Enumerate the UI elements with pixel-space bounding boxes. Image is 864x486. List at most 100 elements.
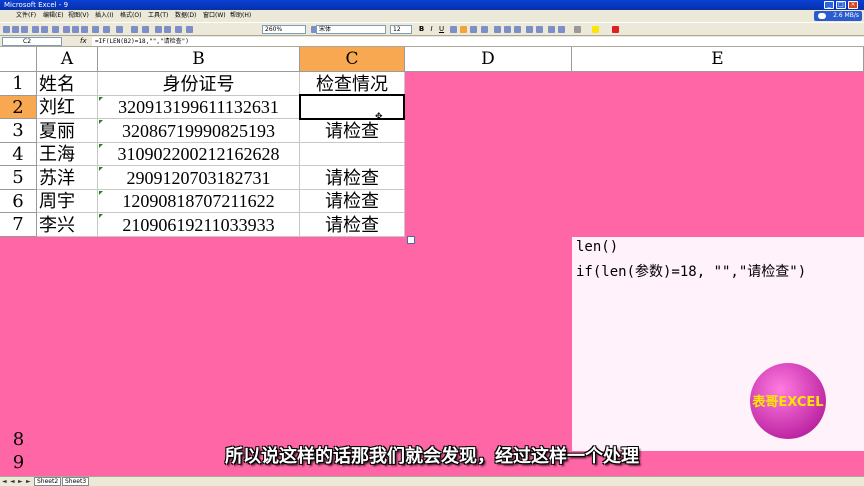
merge-center-icon[interactable] [481, 26, 488, 33]
name-box[interactable]: C2 [2, 37, 62, 46]
cell-b7[interactable]: 21090619211033933 [98, 213, 300, 237]
toolbar: 260% 宋体 12 B I U [0, 22, 864, 36]
new-icon[interactable] [3, 26, 10, 33]
cut-icon[interactable] [63, 26, 70, 33]
menu-view[interactable]: 视图(V) [68, 10, 89, 22]
cell-b1[interactable]: 身份证号 [98, 72, 300, 96]
menu-format[interactable]: 格式(O) [120, 10, 141, 22]
close-button[interactable]: × [848, 1, 858, 9]
column-header-c[interactable]: C [300, 47, 405, 72]
column-header-d[interactable]: D [405, 47, 572, 72]
chart-icon[interactable] [175, 26, 182, 33]
cell-c5[interactable]: 请检查 [300, 166, 405, 190]
decrease-decimal-icon[interactable] [536, 26, 543, 33]
cell-b4-value: 310902200212162628 [117, 144, 280, 164]
autosum-icon[interactable] [142, 26, 149, 33]
error-indicator-icon [99, 120, 103, 124]
spell-icon[interactable] [52, 26, 59, 33]
menu-edit[interactable]: 编辑(E) [43, 10, 63, 22]
borders-icon[interactable] [574, 26, 581, 33]
cell-a1[interactable]: 姓名 [37, 72, 98, 96]
next-sheet-icon[interactable]: ► [18, 478, 23, 485]
decrease-indent-icon[interactable] [548, 26, 555, 33]
column-header-e[interactable]: E [572, 47, 864, 72]
font-size-select[interactable]: 12 [390, 25, 412, 34]
format-painter-icon[interactable] [92, 26, 99, 33]
row-header[interactable]: 7 [0, 213, 37, 237]
column-header-b[interactable]: B [98, 47, 300, 72]
font-color-icon[interactable] [612, 26, 619, 33]
increase-decimal-icon[interactable] [526, 26, 533, 33]
sort-desc-icon[interactable] [164, 26, 171, 33]
link-icon[interactable] [131, 26, 138, 33]
cell-a4[interactable]: 王海 [37, 143, 98, 166]
cell-c7[interactable]: 请检查 [300, 213, 405, 237]
row-header[interactable]: 4 [0, 143, 37, 166]
copy-icon[interactable] [72, 26, 79, 33]
prev-sheet-icon[interactable]: ◄ [10, 478, 15, 485]
sheet-tab-3[interactable]: Sheet3 [62, 477, 90, 486]
cell-b5[interactable]: 2909120703182731 [98, 166, 300, 190]
sort-asc-icon[interactable] [155, 26, 162, 33]
last-sheet-icon[interactable]: ► [26, 478, 31, 485]
increase-indent-icon[interactable] [558, 26, 565, 33]
cell-b6-value: 12090818707211622 [122, 191, 275, 211]
open-icon[interactable] [12, 26, 19, 33]
menu-help[interactable]: 帮助(H) [230, 10, 251, 22]
font-select[interactable]: 宋体 [316, 25, 386, 34]
row-header[interactable]: 1 [0, 72, 37, 96]
paste-options-icon[interactable] [407, 236, 415, 244]
row-header[interactable]: 5 [0, 166, 37, 190]
undo-icon[interactable] [103, 26, 110, 33]
fill-color-icon[interactable] [592, 26, 599, 33]
cell-a7[interactable]: 李兴 [37, 213, 98, 237]
preview-icon[interactable] [41, 26, 48, 33]
cell-c1[interactable]: 检查情况 [300, 72, 405, 96]
align-left-icon[interactable] [450, 26, 457, 33]
comma-icon[interactable] [514, 26, 521, 33]
cell-a3[interactable]: 夏丽 [37, 119, 98, 143]
fx-icon[interactable]: fx [80, 36, 87, 47]
note-line-2: if(len(参数)=18, "","请检查") [576, 264, 807, 280]
cell-b4[interactable]: 310902200212162628 [98, 143, 300, 166]
print-icon[interactable] [32, 26, 39, 33]
sheet-tab-2[interactable]: Sheet2 [34, 477, 62, 486]
paste-icon[interactable] [81, 26, 88, 33]
formula-input[interactable]: =IF(LEN(B2)=18,"","请检查") [92, 37, 864, 46]
bold-button[interactable]: B [417, 25, 426, 34]
cell-a2[interactable]: 刘红 [37, 96, 98, 119]
maximize-button[interactable]: □ [836, 1, 846, 9]
cell-c6[interactable]: 请检查 [300, 190, 405, 213]
menu-tools[interactable]: 工具(T) [148, 10, 168, 22]
menu-file[interactable]: 文件(F) [16, 10, 36, 22]
first-sheet-icon[interactable]: ◄ [2, 478, 7, 485]
cell-a5[interactable]: 苏洋 [37, 166, 98, 190]
redo-icon[interactable] [116, 26, 123, 33]
minimize-button[interactable]: _ [824, 1, 834, 9]
menu-window[interactable]: 窗口(W) [203, 10, 226, 22]
cell-b3[interactable]: 32086719990825193 [98, 119, 300, 143]
video-subtitle: 所以说这样的话那我们就会发现，经过这样一个处理 [225, 446, 639, 467]
select-all-corner[interactable] [0, 47, 37, 72]
italic-button[interactable]: I [427, 25, 436, 34]
column-header-a[interactable]: A [37, 47, 98, 72]
currency-icon[interactable] [494, 26, 501, 33]
cell-a6[interactable]: 周宇 [37, 190, 98, 213]
cell-b2[interactable]: 320913199611132631 [98, 96, 300, 119]
menu-insert[interactable]: 插入(I) [95, 10, 113, 22]
cell-c4[interactable] [300, 143, 405, 166]
underline-button[interactable]: U [437, 25, 446, 34]
cell-b6[interactable]: 12090818707211622 [98, 190, 300, 213]
align-right-icon[interactable] [470, 26, 477, 33]
menu-data[interactable]: 数据(D) [175, 10, 196, 22]
percent-icon[interactable] [504, 26, 511, 33]
row-header[interactable]: 3 [0, 119, 37, 143]
zoom-select[interactable]: 260% [262, 25, 306, 34]
drawing-icon[interactable] [186, 26, 193, 33]
save-icon[interactable] [21, 26, 28, 33]
row-header[interactable]: 2 [0, 96, 37, 119]
cell-c3[interactable]: 请检查 [300, 119, 405, 143]
error-indicator-icon [99, 144, 103, 148]
align-center-icon[interactable] [460, 26, 467, 33]
row-header[interactable]: 6 [0, 190, 37, 213]
